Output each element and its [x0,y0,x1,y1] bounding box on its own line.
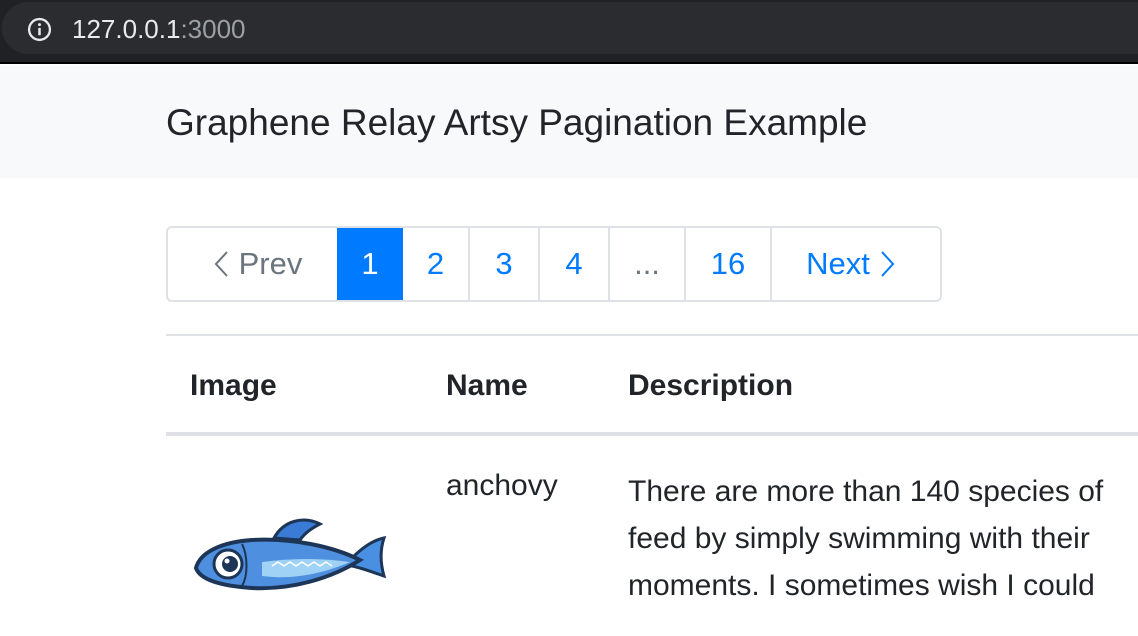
pagination-ellipsis: ... [608,228,684,300]
table-header: Image Name Description [166,336,1138,436]
description-line: feed by simply swimming with their [628,522,1090,555]
address-bar[interactable]: 127.0.0.1:3000 [2,2,1138,54]
page-16-button[interactable]: 16 [684,228,770,300]
results-table: Image Name Description anchovy There are… [166,334,1138,636]
next-page-button[interactable]: Next [770,228,940,300]
cell-name: anchovy [446,469,558,502]
page-3-button[interactable]: 3 [468,228,538,300]
column-header-image: Image [190,369,277,402]
page-2-button[interactable]: 2 [401,228,468,300]
url-text[interactable]: 127.0.0.1:3000 [72,14,246,44]
cell-description: There are more than 140 species of feed … [628,468,1138,609]
anchovy-fish-image [193,518,387,591]
chevron-right-icon [881,251,895,277]
url-host: 127.0.0.1 [72,14,181,44]
navbar-brand[interactable]: Graphene Relay Artsy Pagination Example [166,102,867,144]
browser-toolbar: 127.0.0.1:3000 [0,0,1138,64]
prev-page-button[interactable]: Prev [168,228,337,300]
column-header-name: Name [446,369,528,402]
chevron-left-icon [214,251,228,277]
pagination: Prev 1 2 3 4 ... 16 Next [166,226,942,302]
navbar: Graphene Relay Artsy Pagination Example [0,66,1138,178]
page-4-button[interactable]: 4 [538,228,608,300]
column-header-description: Description [628,369,794,402]
info-icon[interactable] [27,17,52,42]
table-row: anchovy There are more than 140 species … [166,436,1138,636]
next-label: Next [806,246,870,281]
description-line: moments. I sometimes wish I could [628,569,1095,602]
prev-label: Prev [238,246,303,281]
description-line: There are more than 140 species of [628,475,1104,508]
page-1-button[interactable]: 1 [337,228,401,300]
url-port: :3000 [180,14,246,44]
